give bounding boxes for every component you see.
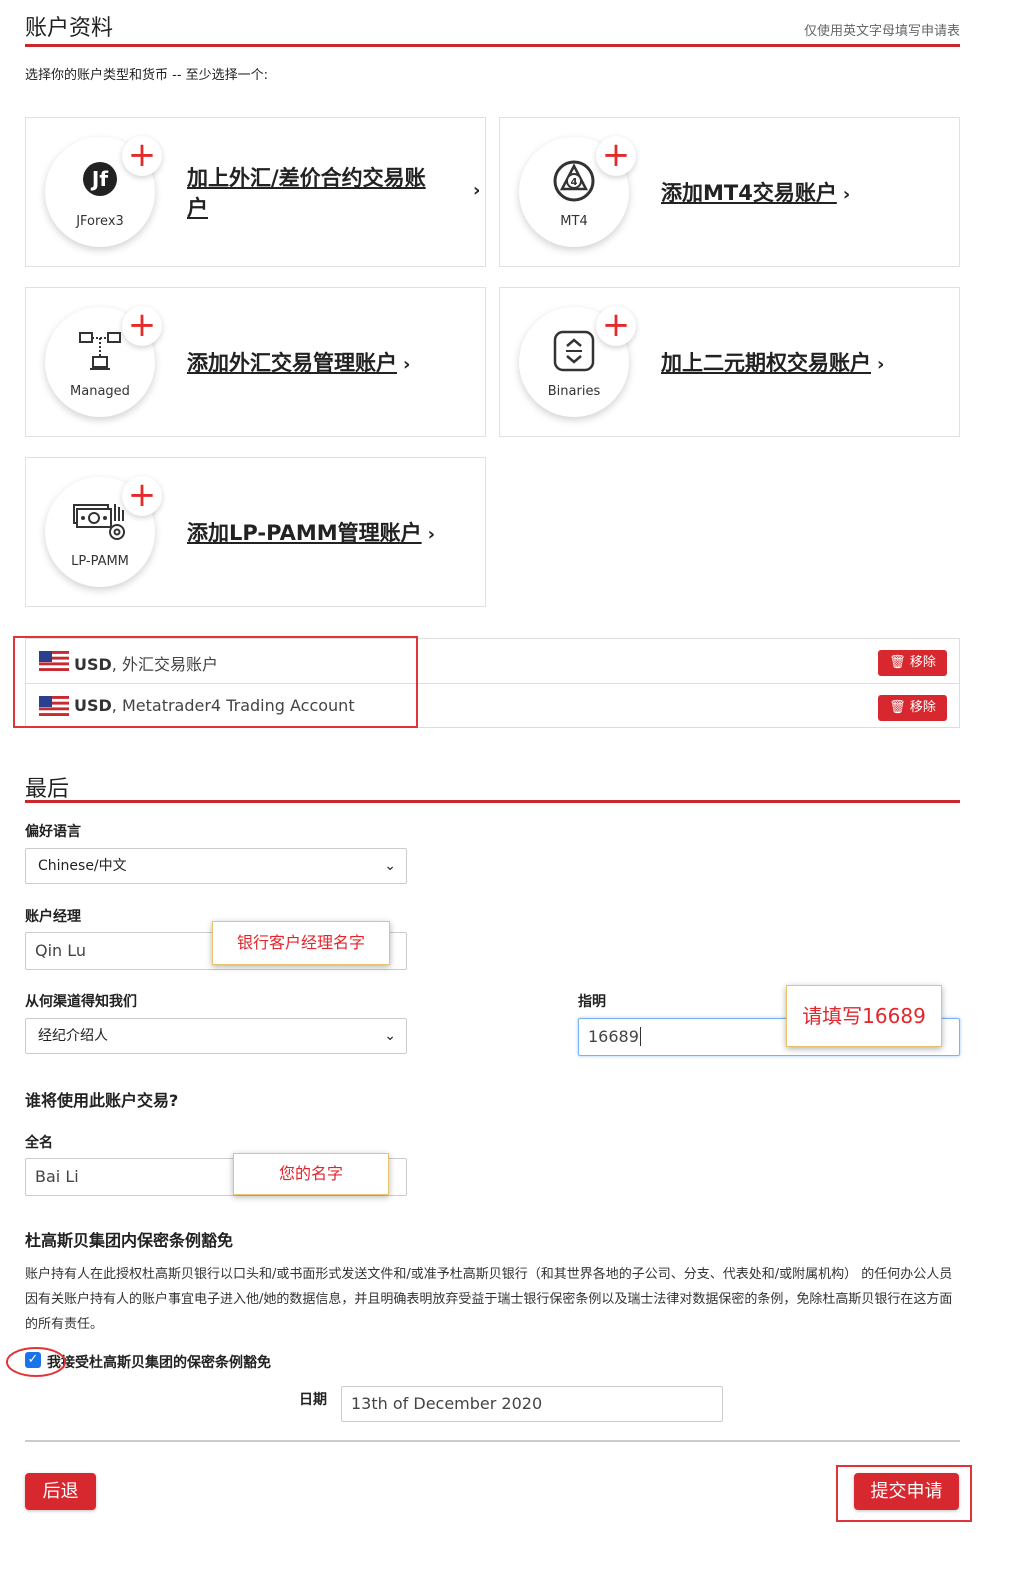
account-manager-label: 账户经理	[25, 909, 81, 925]
chevron-right-icon: ›	[877, 354, 885, 375]
specify-label: 指明	[578, 994, 606, 1010]
card-add-forex-cfd[interactable]: Jf JForex3 + 加上外汇/差价合约交易账户 ›	[25, 117, 486, 267]
card-add-lp-pamm[interactable]: LP-PAMM + 添加LP-PAMM管理账户 ›	[25, 457, 486, 607]
plus-icon[interactable]: +	[122, 476, 162, 516]
waiver-text: 账户持有人在此授权杜高斯贝银行以口头和/或书面形式发送文件和/或准予杜高斯贝银行…	[25, 1267, 953, 1332]
highlight-box-accounts	[13, 636, 418, 728]
add-mt4-link[interactable]: 添加MT4交易账户 ›	[661, 178, 850, 210]
plus-icon[interactable]: +	[122, 306, 162, 346]
english-only-hint: 仅使用英文字母填写申请表	[803, 24, 960, 39]
remove-account-button[interactable]: 🗑 移除	[878, 650, 947, 676]
card-add-managed[interactable]: Managed + 添加外汇交易管理账户 ›	[25, 287, 486, 437]
card-add-mt4[interactable]: 4 MT4 + 添加MT4交易账户 ›	[499, 117, 960, 267]
managed-label: Managed	[70, 384, 130, 399]
date-label: 日期	[299, 1392, 327, 1408]
full-name-label: 全名	[25, 1135, 53, 1151]
highlight-box-submit	[836, 1465, 972, 1522]
language-value: Chinese/中文	[38, 858, 127, 874]
add-binaries-link[interactable]: 加上二元期权交易账户 ›	[661, 348, 884, 380]
remove-account-button[interactable]: 🗑 移除	[878, 695, 947, 721]
language-select[interactable]: Chinese/中文 ⌄	[25, 848, 407, 884]
language-label: 偏好语言	[25, 824, 81, 840]
chevron-right-icon: ›	[842, 184, 851, 205]
chevron-right-icon: ›	[473, 180, 481, 201]
specify-value: 16689	[588, 1027, 639, 1046]
binaries-label: Binaries	[547, 384, 601, 399]
specify-annotation-note: 请填写16689	[786, 985, 942, 1047]
final-divider	[25, 800, 960, 803]
highlight-ellipse-checkbox	[6, 1347, 66, 1377]
chevron-down-icon: ⌄	[384, 858, 396, 874]
svg-text:4: 4	[571, 177, 578, 188]
final-section-title: 最后	[25, 777, 70, 802]
lp-pamm-label: LP-PAMM	[71, 554, 129, 569]
trader-section-title: 谁将使用此账户交易?	[25, 1091, 179, 1110]
footer-divider	[25, 1440, 960, 1442]
waiver-checkbox-label[interactable]: 我接受杜高斯贝集团的保密条例豁免	[47, 1352, 271, 1372]
add-forex-cfd-link[interactable]: 加上外汇/差价合约交易账户	[187, 163, 442, 223]
referral-channel-value: 经纪介绍人	[38, 1028, 108, 1044]
trash-icon: 🗑	[889, 655, 906, 670]
referral-channel-label: 从何渠道得知我们	[25, 994, 137, 1010]
title-divider	[25, 44, 960, 47]
back-button[interactable]: 后退	[25, 1473, 96, 1510]
full-name-annotation-note: 您的名字	[233, 1153, 389, 1195]
date-input[interactable]: 13th of December 2020	[341, 1386, 723, 1422]
mt4-label: MT4	[560, 214, 588, 229]
text-cursor	[639, 1027, 641, 1046]
svg-text:Jf: Jf	[90, 167, 108, 191]
chevron-right-icon: ›	[403, 354, 411, 375]
plus-icon[interactable]: +	[122, 136, 162, 176]
chevron-down-icon: ⌄	[384, 1028, 396, 1044]
add-managed-link[interactable]: 添加外汇交易管理账户 ›	[187, 348, 410, 380]
plus-icon[interactable]: +	[596, 136, 636, 176]
plus-icon[interactable]: +	[596, 306, 636, 346]
card-add-binaries[interactable]: Binaries + 加上二元期权交易账户 ›	[499, 287, 960, 437]
manager-annotation-note: 银行客户经理名字	[212, 921, 390, 965]
waiver-section-title: 杜高斯贝集团内保密条例豁免	[25, 1231, 234, 1250]
referral-channel-select[interactable]: 经纪介绍人 ⌄	[25, 1018, 407, 1054]
chevron-right-icon: ›	[427, 524, 436, 545]
add-lp-pamm-link[interactable]: 添加LP-PAMM管理账户 ›	[187, 518, 435, 550]
trash-icon: 🗑	[889, 700, 906, 715]
jforex-label: JForex3	[76, 214, 124, 229]
page-title: 账户资料	[25, 16, 114, 41]
account-type-intro: 选择你的账户类型和货币 -- 至少选择一个:	[25, 68, 269, 83]
